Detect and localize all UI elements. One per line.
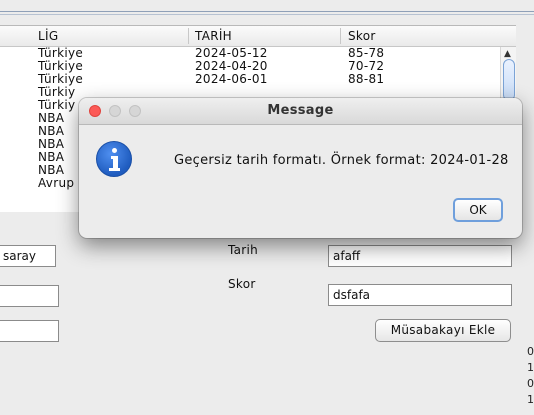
score-label: Skor — [228, 277, 256, 291]
add-match-button[interactable]: Müsabakayı Ekle — [375, 319, 511, 342]
cell-score: 88-81 — [348, 72, 385, 86]
edge-digit: 0 — [527, 345, 534, 358]
ok-button[interactable]: OK — [453, 198, 503, 222]
column-separator — [340, 28, 341, 44]
column-header-score[interactable]: Skor — [348, 29, 376, 43]
edge-digit: 0 — [527, 377, 534, 390]
cell-date: 2024-06-01 — [195, 72, 268, 86]
scroll-up-arrow-icon[interactable]: ▲ — [504, 49, 511, 59]
dialog-message: Geçersiz tarih formatı. Örnek format: 20… — [174, 153, 509, 168]
column-header-league[interactable]: LİG — [38, 29, 58, 43]
info-icon — [96, 141, 132, 177]
away-team-field[interactable] — [0, 320, 59, 342]
edge-digit: 1 — [527, 393, 534, 406]
date-label: Tarih — [228, 243, 259, 257]
table-header: LİG TARİH Skor — [0, 26, 516, 47]
dialog-titlebar[interactable]: Message — [79, 98, 522, 125]
date-field[interactable]: afaff — [328, 245, 512, 267]
dialog-title: Message — [267, 103, 334, 118]
scrollbar-thumb[interactable] — [503, 59, 515, 101]
score-field[interactable]: dsfafa — [328, 284, 512, 306]
window-top-border-inner — [0, 14, 534, 15]
window-top-border — [0, 11, 534, 12]
message-dialog[interactable]: Message Geçersiz tarih formatı. Örnek fo… — [79, 98, 522, 238]
home-team-field[interactable] — [0, 285, 59, 307]
cell-league: Avrup — [38, 176, 75, 190]
team-field[interactable]: saray — [0, 245, 56, 267]
column-separator — [188, 28, 189, 44]
edge-digit: 1 — [527, 361, 534, 374]
edge-column: 0 1 0 1 — [527, 344, 534, 408]
column-header-date[interactable]: TARİH — [195, 29, 232, 43]
table-row[interactable]: Türkiye 2024-06-01 88-81 — [0, 73, 500, 86]
